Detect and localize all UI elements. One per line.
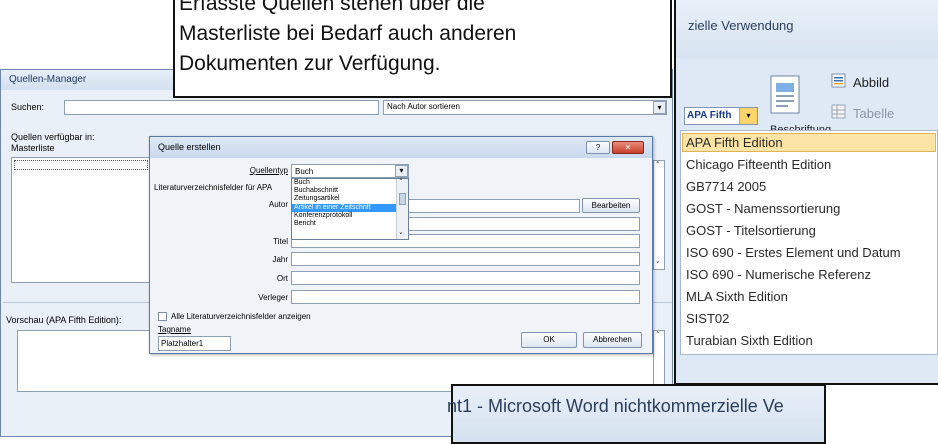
show-all-fields-checkbox[interactable] — [158, 312, 167, 321]
tag-input[interactable]: Platzhalter1 — [158, 336, 231, 351]
publisher-input[interactable] — [291, 290, 640, 304]
source-type-options: Buch Buchabschnitt Zeitungsartikel Artik… — [292, 179, 396, 239]
help-button[interactable]: ? — [586, 141, 610, 154]
masterlist-label: Masterliste — [11, 143, 55, 153]
callout-text: Erfasste Quellen stehen über die Masterl… — [179, 0, 516, 79]
tag-label: Tagname — [158, 325, 191, 334]
table-icon — [831, 104, 847, 120]
citation-style-dropdown[interactable]: APA Fifth ▾ — [684, 107, 758, 125]
source-type-scrollbar[interactable]: ˄ ˅ — [396, 178, 408, 240]
style-option[interactable]: SIST02 — [686, 311, 729, 326]
masterlist-focus-row — [14, 160, 148, 170]
year-label: Jahr — [272, 255, 288, 264]
author-input[interactable] — [394, 199, 580, 213]
table-label[interactable]: Tabelle — [853, 106, 894, 121]
annotation-callout-bottom: nt1 - Microsoft Word nichtkommerzielle V… — [447, 384, 826, 444]
sort-select-value: Nach Autor sortieren — [387, 102, 460, 111]
chevron-down-icon[interactable]: ▾ — [739, 108, 757, 124]
window-title-fragment: zielle Verwendung — [688, 18, 794, 33]
style-option[interactable]: ISO 690 - Erstes Element und Datum — [686, 245, 901, 260]
source-type-label: Quellentyp — [249, 166, 288, 175]
scroll-down-icon[interactable]: ˅ — [399, 232, 403, 240]
callout-line: Dokumenten zur Verfügung. — [179, 52, 441, 75]
style-option[interactable]: GOST - Namenssortierung — [686, 201, 840, 216]
preview-scrollbar[interactable]: ˄ — [653, 330, 665, 392]
current-list-scrollbar[interactable]: ˄ ˅ — [653, 160, 665, 270]
search-input[interactable] — [64, 100, 379, 115]
available-in-label: Quellen verfügbar in: — [11, 132, 95, 142]
ribbon-titlebar: zielle Verwendung — [676, 0, 938, 58]
source-type-option[interactable]: Buch — [292, 179, 396, 187]
style-option[interactable]: GOST - Titelsortierung — [686, 223, 816, 238]
corporate-author-input[interactable] — [394, 217, 640, 231]
chevron-down-icon[interactable]: ▾ — [395, 165, 408, 177]
caption-document-icon[interactable] — [768, 74, 804, 116]
citation-style-value: APA Fifth — [687, 110, 732, 121]
create-source-dialog: Quelle erstellen ? ✕ Quellentyp Literatu… — [149, 136, 653, 354]
insert-figure-label[interactable]: Abbild — [853, 75, 889, 90]
word-ribbon-window: zielle Verwendung Beschriftung Abbild Ta… — [674, 0, 938, 385]
title-label: Titel — [273, 237, 288, 246]
scroll-down-icon[interactable]: ˅ — [656, 261, 660, 269]
insert-figure-list-icon — [831, 73, 847, 89]
style-option[interactable]: Chicago Fifteenth Edition — [686, 157, 831, 172]
style-option[interactable]: MLA Sixth Edition — [686, 289, 788, 304]
annotation-callout-top: Erfasste Quellen stehen über die Masterl… — [173, 0, 672, 98]
author-label: Autor — [268, 200, 288, 209]
source-type-option[interactable]: Zeitungsartikel — [292, 195, 396, 203]
style-option[interactable]: ISO 690 - Numerische Referenz — [686, 267, 871, 282]
city-label: Ort — [276, 274, 288, 283]
preview-label: Vorschau (APA Fifth Edition): — [6, 315, 122, 325]
source-type-option-selected[interactable]: Artikel in einer Zeitschrift — [292, 203, 396, 212]
masterlist-listbox[interactable] — [11, 157, 151, 283]
callout-line: Erfasste Quellen stehen über die — [179, 0, 485, 15]
source-type-list: Buch Buchabschnitt Zeitungsartikel Artik… — [291, 178, 409, 240]
tag-input-value: Platzhalter1 — [161, 339, 204, 348]
source-type-value: Buch — [295, 167, 314, 176]
chevron-down-icon[interactable]: ▾ — [653, 101, 666, 114]
scroll-up-icon[interactable]: ˄ — [399, 178, 403, 186]
style-option[interactable]: Turabian Sixth Edition — [686, 333, 813, 348]
search-label: Suchen: — [11, 102, 45, 112]
source-type-option[interactable]: Buchabschnitt — [292, 187, 396, 195]
bib-fields-label: Literaturverzeichnisfelder für APA — [154, 183, 273, 192]
ok-button[interactable]: OK — [521, 332, 577, 348]
source-type-select[interactable]: Buch ▾ — [291, 164, 409, 178]
dialog-title: Quelle erstellen — [158, 142, 221, 152]
publisher-label: Verleger — [258, 293, 288, 302]
style-option[interactable]: GB7714 2005 — [686, 179, 766, 194]
scroll-up-icon[interactable]: ˄ — [656, 331, 660, 339]
sort-select[interactable]: Nach Autor sortieren ▾ — [383, 100, 667, 115]
scroll-up-icon[interactable]: ˄ — [656, 161, 660, 169]
style-option[interactable]: APA Fifth Edition — [686, 135, 783, 150]
show-all-fields-label[interactable]: Alle Literaturverzeichnisfelder anzeigen — [171, 312, 311, 321]
close-button[interactable]: ✕ — [612, 141, 644, 154]
callout-line: Masterliste bei Bedarf auch anderen — [179, 22, 517, 45]
city-input[interactable] — [291, 271, 640, 285]
year-input[interactable] — [291, 252, 640, 266]
source-type-option[interactable]: Konferenzprotokoll — [292, 212, 396, 220]
cancel-button[interactable]: Abbrechen — [583, 332, 642, 348]
source-type-option[interactable]: Bericht — [292, 220, 396, 228]
edit-author-button[interactable]: Bearbeiten — [582, 198, 640, 213]
word-window-title: nt1 - Microsoft Word nichtkommerzielle V… — [447, 396, 784, 416]
dialog-titlebar: Quelle erstellen — [150, 137, 652, 158]
scroll-thumb[interactable] — [399, 193, 406, 205]
citation-style-list: APA Fifth Edition Chicago Fifteenth Edit… — [680, 130, 938, 355]
